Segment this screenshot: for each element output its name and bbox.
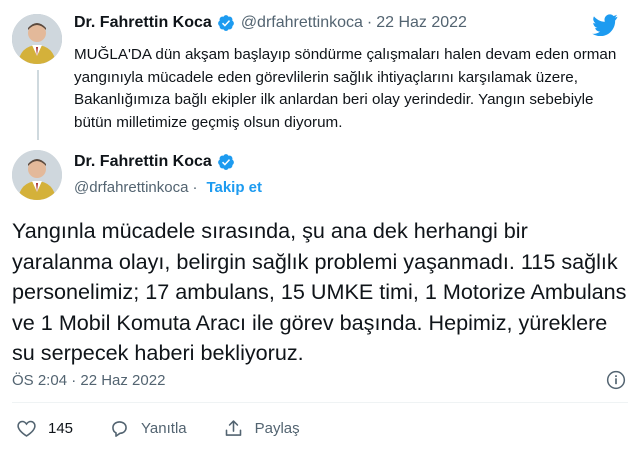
like-button[interactable]: 145 bbox=[16, 418, 73, 439]
tweet-header: Dr. Fahrettin Koca @drfahrettinkoca · 22… bbox=[74, 14, 467, 32]
tweet-actions: 145 Yanıtla Paylaş bbox=[16, 418, 336, 439]
reply-label: Yanıtla bbox=[141, 420, 187, 437]
author-name[interactable]: Dr. Fahrettin Koca bbox=[74, 14, 212, 32]
divider bbox=[12, 402, 628, 403]
reply-bubble-icon bbox=[112, 421, 127, 437]
tweet-text: Yangınla mücadele sırasında, şu ana dek … bbox=[12, 218, 627, 365]
verified-badge-icon bbox=[217, 15, 234, 31]
share-button[interactable]: Paylaş bbox=[223, 418, 300, 439]
author-name[interactable]: Dr. Fahrettin Koca bbox=[74, 153, 212, 171]
author-handle[interactable]: @drfahrettinkoca bbox=[74, 179, 188, 196]
info-icon[interactable] bbox=[606, 370, 626, 390]
avatar[interactable] bbox=[12, 14, 62, 64]
twitter-bird-icon[interactable] bbox=[592, 14, 618, 36]
author-name-line: Dr. Fahrettin Koca bbox=[74, 153, 241, 171]
heart-icon bbox=[17, 420, 36, 437]
tweet-text: MUĞLA'DA dün akşam başlayıp söndürme çal… bbox=[74, 46, 617, 131]
author-handle[interactable]: @drfahrettinkoca bbox=[241, 14, 363, 32]
tweet-date[interactable]: 22 Haz 2022 bbox=[376, 14, 467, 32]
follow-button[interactable]: Takip et bbox=[206, 179, 262, 196]
avatar[interactable] bbox=[12, 150, 62, 200]
separator-dot: · bbox=[192, 179, 198, 196]
verified-badge-icon bbox=[217, 154, 234, 170]
author-handle-line: @drfahrettinkoca · Takip et bbox=[74, 179, 262, 196]
reply-button[interactable]: Yanıtla bbox=[109, 418, 187, 439]
tweet-timestamp[interactable]: ÖS 2:04 · 22 Haz 2022 bbox=[12, 372, 165, 389]
like-count: 145 bbox=[48, 420, 74, 437]
separator-dot: · bbox=[366, 14, 373, 31]
thread-connector-line bbox=[37, 70, 39, 140]
share-icon bbox=[225, 420, 241, 436]
share-label: Paylaş bbox=[254, 420, 300, 437]
